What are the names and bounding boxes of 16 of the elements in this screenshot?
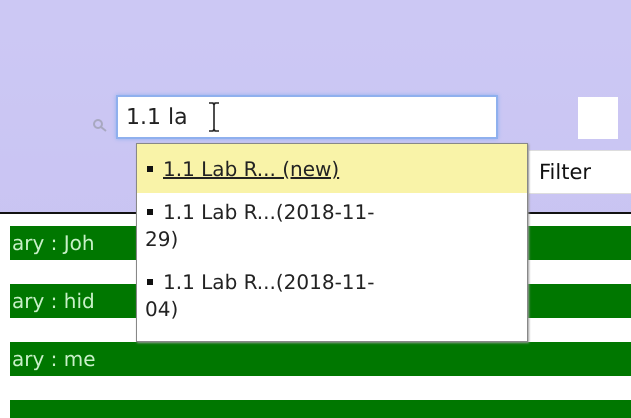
suggestion-item[interactable]: 1.1 Lab R...(2018-11-29) [137,193,527,263]
bullet-icon [147,278,153,285]
input-field[interactable] [578,97,618,139]
bullet-icon [147,208,153,215]
search-icon [92,118,108,132]
suggestion-item[interactable]: 1.1 Lab R...(2018-11-04) [137,263,527,333]
search-field[interactable]: 1.1 la [116,95,498,139]
suggestion-item[interactable]: 1.1 Lab R... (new) [137,144,527,193]
filter-button[interactable]: Filter [528,150,631,194]
bullet-icon [147,166,153,172]
result-bar[interactable] [10,400,631,418]
text-cursor-icon [208,102,220,132]
result-title: ary : Joh [11,231,95,255]
result-title: ary : hid [11,289,95,313]
result-title: ary : me [11,347,96,371]
result-bar[interactable]: ary : me [10,342,631,376]
